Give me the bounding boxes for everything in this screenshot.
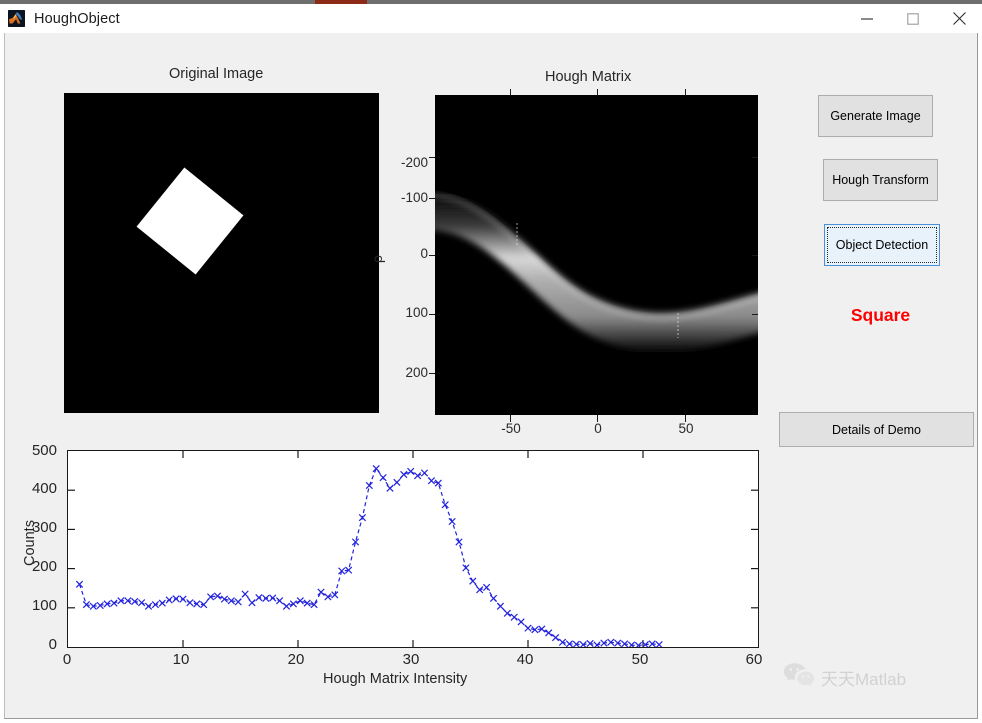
title-bar: HoughObject (0, 4, 982, 33)
wechat-icon (783, 662, 815, 693)
hough-tick (429, 157, 435, 159)
original-image-axes (64, 93, 379, 413)
counts-xtick-label: 50 (631, 651, 649, 668)
hough-ytick-label: -100 (400, 190, 428, 205)
hough-transform-button-label: Hough Transform (832, 173, 929, 187)
maximize-button[interactable] (890, 4, 936, 33)
hough-tick (429, 255, 435, 257)
counts-xtick-label: 40 (516, 651, 534, 668)
hough-ytick-label: 200 (405, 365, 428, 380)
detected-square-shape (136, 167, 244, 275)
object-detection-button-label: Object Detection (835, 238, 929, 252)
hough-transform-button[interactable]: Hough Transform (823, 159, 938, 201)
hough-xtick-label: 50 (678, 421, 694, 436)
hough-tick (429, 198, 435, 200)
hough-ytick-label: -200 (400, 155, 428, 170)
hough-tick (429, 314, 435, 316)
object-detection-button[interactable]: Object Detection (824, 224, 940, 266)
hough-matrix-axes (435, 95, 758, 415)
generate-image-button[interactable]: Generate Image (818, 95, 933, 137)
counts-plot (67, 450, 759, 648)
counts-x-axis-label: Hough Matrix Intensity (323, 671, 468, 687)
detected-shape-label: Square (850, 305, 911, 325)
counts-xtick-label: 30 (402, 651, 420, 668)
hough-ytick-label: 100 (405, 305, 428, 320)
counts-ytick-label: 300 (31, 519, 57, 536)
hough-ytick-label: 0 (420, 246, 428, 261)
watermark: 天天Matlab (783, 662, 906, 693)
hough-xtick-label: 0 (594, 421, 602, 436)
counts-xtick-label: 60 (745, 651, 763, 668)
counts-ytick-label: 400 (31, 480, 57, 497)
details-of-demo-button-label: Details of Demo (832, 422, 921, 437)
matlab-icon (8, 10, 25, 27)
window-title: HoughObject (34, 10, 120, 27)
counts-ytick-label: 200 (31, 558, 57, 575)
details-of-demo-button[interactable]: Details of Demo (779, 412, 974, 447)
hough-tick (752, 314, 758, 316)
hough-tick (429, 373, 435, 375)
hough-tick (510, 89, 512, 96)
hough-xtick-label: -50 (501, 421, 521, 436)
original-image-title: Original Image (169, 66, 264, 82)
hough-tick (752, 157, 758, 159)
watermark-text: 天天Matlab (821, 670, 907, 689)
counts-xtick-label: 10 (172, 651, 190, 668)
counts-xtick-label: 20 (287, 651, 305, 668)
counts-plot-canvas (68, 451, 758, 647)
generate-image-button-label: Generate Image (830, 109, 921, 123)
window-controls (844, 4, 982, 33)
hough-tick (752, 255, 758, 257)
hough-tick (685, 89, 687, 96)
counts-ytick-label: 500 (31, 442, 57, 459)
close-button[interactable] (936, 4, 982, 33)
application-window: HoughObject Original Image Hough Matrix (0, 0, 982, 723)
hough-matrix-title: Hough Matrix (545, 69, 632, 85)
counts-ytick-label: 100 (31, 597, 57, 614)
counts-ytick-label: 0 (48, 636, 57, 653)
client-area: Original Image Hough Matrix ρ -200 -100 … (4, 33, 978, 719)
counts-xtick-label: 0 (62, 651, 72, 668)
hough-rho-axis-label: ρ (369, 255, 385, 263)
hough-tick (597, 89, 599, 96)
minimize-button[interactable] (844, 4, 890, 33)
